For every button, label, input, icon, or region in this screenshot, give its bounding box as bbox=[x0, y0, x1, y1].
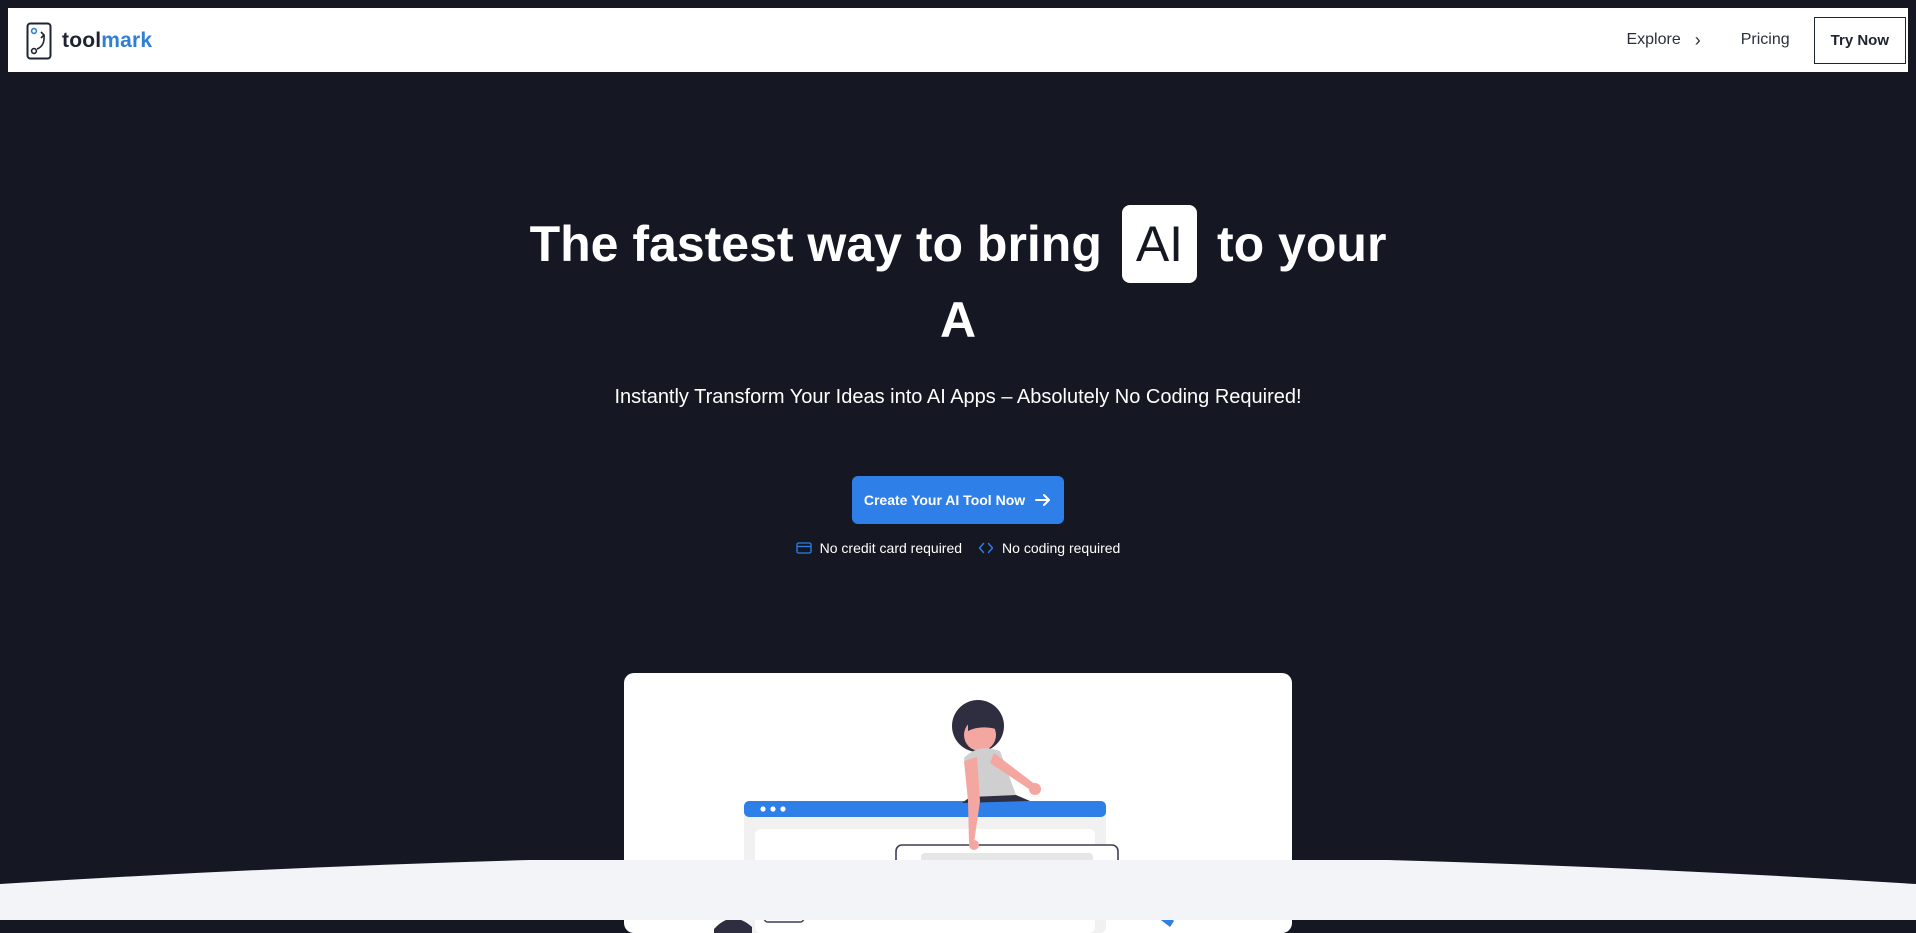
hero-title-line1: The fastest way to bring AI to your bbox=[0, 205, 1916, 283]
nav-pricing-label: Pricing bbox=[1740, 31, 1790, 48]
feature-label: No credit card required bbox=[819, 540, 963, 556]
create-ai-tool-button[interactable]: Create Your AI Tool Now bbox=[852, 476, 1064, 524]
feature-label: No coding required bbox=[1002, 540, 1121, 556]
brand-name-part2: mark bbox=[101, 29, 153, 52]
nav-explore-label: Explore bbox=[1626, 31, 1681, 48]
try-now-button[interactable]: Try Now bbox=[1813, 16, 1906, 64]
credit-card-icon bbox=[795, 542, 812, 554]
nav-menu: Explore › Pricing Try Now bbox=[1626, 16, 1906, 64]
hero-title: The fastest way to bring AI to your A bbox=[0, 205, 1916, 357]
cta-label: Create Your AI Tool Now bbox=[863, 492, 1026, 508]
bottom-curve bbox=[0, 860, 1916, 920]
chevron-right-icon: › bbox=[1694, 29, 1701, 50]
hero-title-line2: A bbox=[939, 292, 977, 348]
brand-name: toolmark bbox=[62, 29, 152, 53]
hero-title-before: The fastest way to bring bbox=[529, 216, 1102, 272]
feature-no-coding: No coding required bbox=[978, 540, 1120, 556]
ai-badge: AI bbox=[1121, 205, 1198, 283]
nav-explore[interactable]: Explore › bbox=[1626, 30, 1700, 51]
feature-no-credit-card: No credit card required bbox=[795, 540, 963, 556]
nav-pricing[interactable]: Pricing bbox=[1741, 31, 1790, 49]
arrow-right-icon bbox=[1035, 494, 1051, 506]
brand-name-part1: tool bbox=[62, 29, 102, 52]
feature-list: No credit card required No coding requir… bbox=[0, 540, 1916, 556]
logo-icon bbox=[26, 22, 52, 60]
navbar: toolmark Explore › Pricing Try Now bbox=[8, 8, 1908, 72]
code-icon bbox=[978, 542, 994, 554]
logo[interactable]: toolmark bbox=[26, 22, 152, 60]
hero-title-after: to your bbox=[1216, 216, 1387, 272]
hero-subtitle: Instantly Transform Your Ideas into AI A… bbox=[614, 386, 1302, 408]
